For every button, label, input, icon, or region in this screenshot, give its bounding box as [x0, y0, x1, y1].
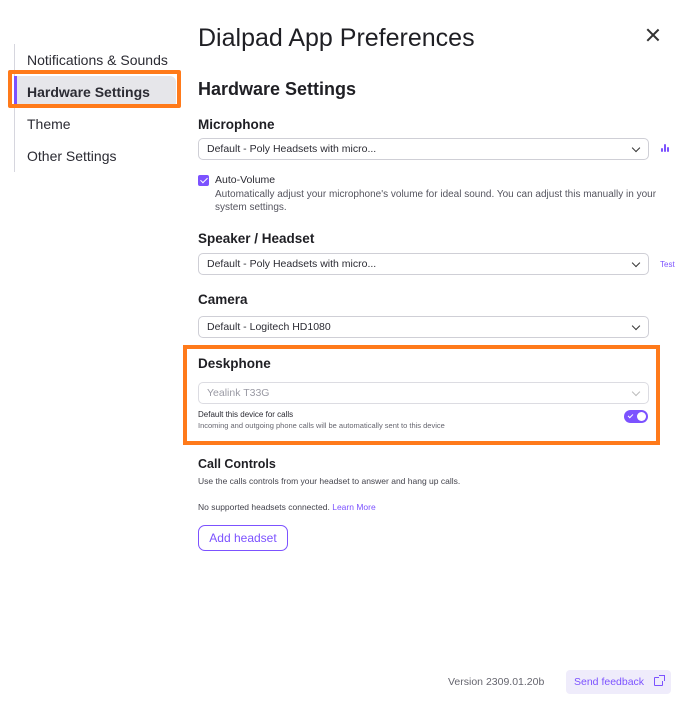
sidebar-nav: Notifications & Sounds Hardware Settings…: [14, 44, 184, 172]
auto-volume-checkbox[interactable]: [198, 175, 209, 186]
version-text: Version 2309.01.20b: [448, 676, 545, 688]
close-icon[interactable]: [646, 28, 660, 42]
speaker-test-link[interactable]: Test: [660, 260, 675, 269]
microphone-select-value: Default - Poly Headsets with micro...: [207, 143, 377, 155]
speaker-select[interactable]: Default - Poly Headsets with micro...: [198, 253, 649, 275]
no-headset-text: No supported headsets connected.: [198, 502, 330, 512]
learn-more-link[interactable]: Learn More: [332, 502, 375, 512]
camera-select-value: Default - Logitech HD1080: [207, 321, 331, 333]
camera-label: Camera: [198, 292, 248, 307]
auto-volume-label: Auto-Volume: [215, 174, 276, 186]
send-feedback-button[interactable]: Send feedback: [566, 670, 671, 694]
add-headset-button[interactable]: Add headset: [198, 525, 288, 551]
camera-select[interactable]: Default - Logitech HD1080: [198, 316, 649, 338]
sidebar-item-other-settings[interactable]: Other Settings: [15, 140, 184, 172]
headset-status: No supported headsets connected. Learn M…: [198, 502, 376, 512]
page-title: Dialpad App Preferences: [198, 24, 475, 52]
section-title: Hardware Settings: [198, 79, 357, 99]
deskphone-label: Deskphone: [198, 356, 271, 371]
chevron-down-icon: [631, 387, 641, 397]
check-icon: [627, 412, 634, 419]
chevron-down-icon: [631, 258, 641, 268]
microphone-select[interactable]: Default - Poly Headsets with micro...: [198, 138, 649, 160]
mic-level-icon: [661, 143, 671, 153]
auto-volume-description: Automatically adjust your microphone's v…: [215, 189, 657, 213]
deskphone-select-value: Yealink T33G: [207, 387, 270, 399]
default-device-description: Incoming and outgoing phone calls will b…: [198, 421, 445, 430]
deskphone-select[interactable]: Yealink T33G: [198, 382, 649, 404]
default-device-toggle[interactable]: [624, 410, 648, 423]
speaker-label: Speaker / Headset: [198, 231, 315, 246]
toggle-knob: [637, 412, 646, 421]
speaker-select-value: Default - Poly Headsets with micro...: [207, 258, 377, 270]
chevron-down-icon: [631, 143, 641, 153]
chevron-down-icon: [631, 321, 641, 331]
send-feedback-label: Send feedback: [574, 676, 645, 688]
external-link-icon: [654, 675, 665, 686]
call-controls-description: Use the calls controls from your headset…: [198, 476, 461, 486]
sidebar-item-hardware-settings[interactable]: Hardware Settings: [14, 76, 176, 108]
sidebar-item-theme[interactable]: Theme: [15, 108, 184, 140]
call-controls-label: Call Controls: [198, 457, 276, 471]
microphone-label: Microphone: [198, 117, 275, 132]
sidebar-item-notifications-sounds[interactable]: Notifications & Sounds: [15, 44, 184, 76]
default-device-label: Default this device for calls: [198, 410, 294, 419]
